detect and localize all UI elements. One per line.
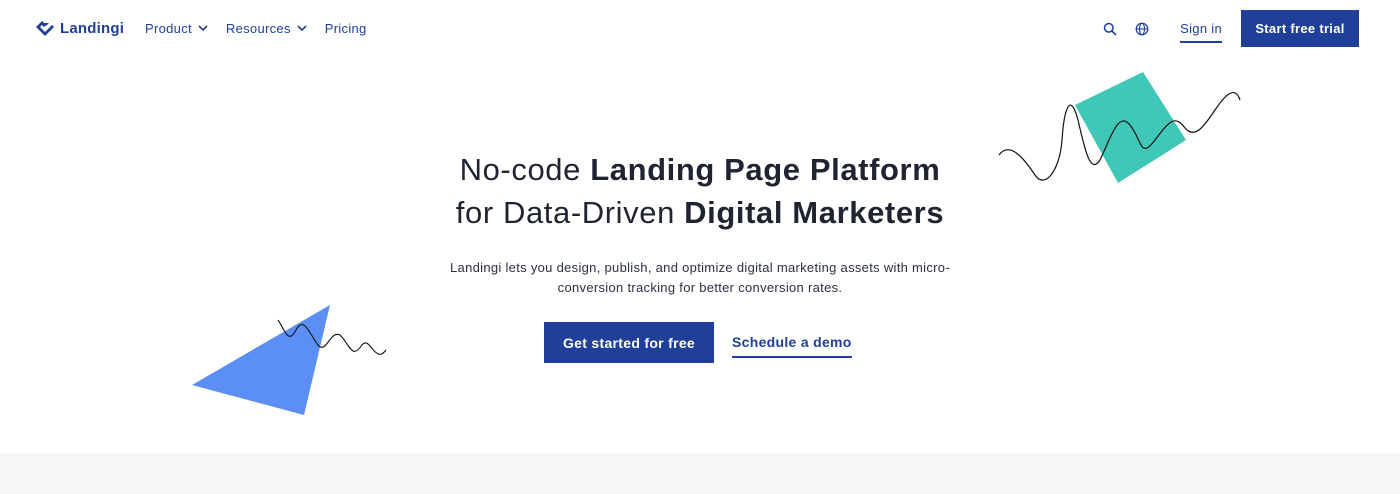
hero-title-part: No-code	[459, 152, 591, 187]
hero-title-highlight: Digital Marketers	[684, 195, 945, 230]
hero-title-highlight: Landing Page Platform	[590, 152, 941, 187]
hero-decoration	[192, 72, 1241, 415]
schedule-demo-link[interactable]: Schedule a demo	[732, 334, 852, 358]
get-started-button[interactable]: Get started for free	[544, 322, 714, 363]
landing-page: Landingi Product Resources Pricing Sign …	[0, 0, 1400, 494]
hero-subtitle: Landingi lets you design, publish, and o…	[450, 260, 950, 295]
blue-triangle-shape	[192, 305, 330, 415]
next-section-band	[0, 453, 1400, 494]
hero-title: No-code Landing Page Platform for Data-D…	[0, 148, 1400, 234]
hero-title-part: for Data-Driven	[455, 195, 685, 230]
